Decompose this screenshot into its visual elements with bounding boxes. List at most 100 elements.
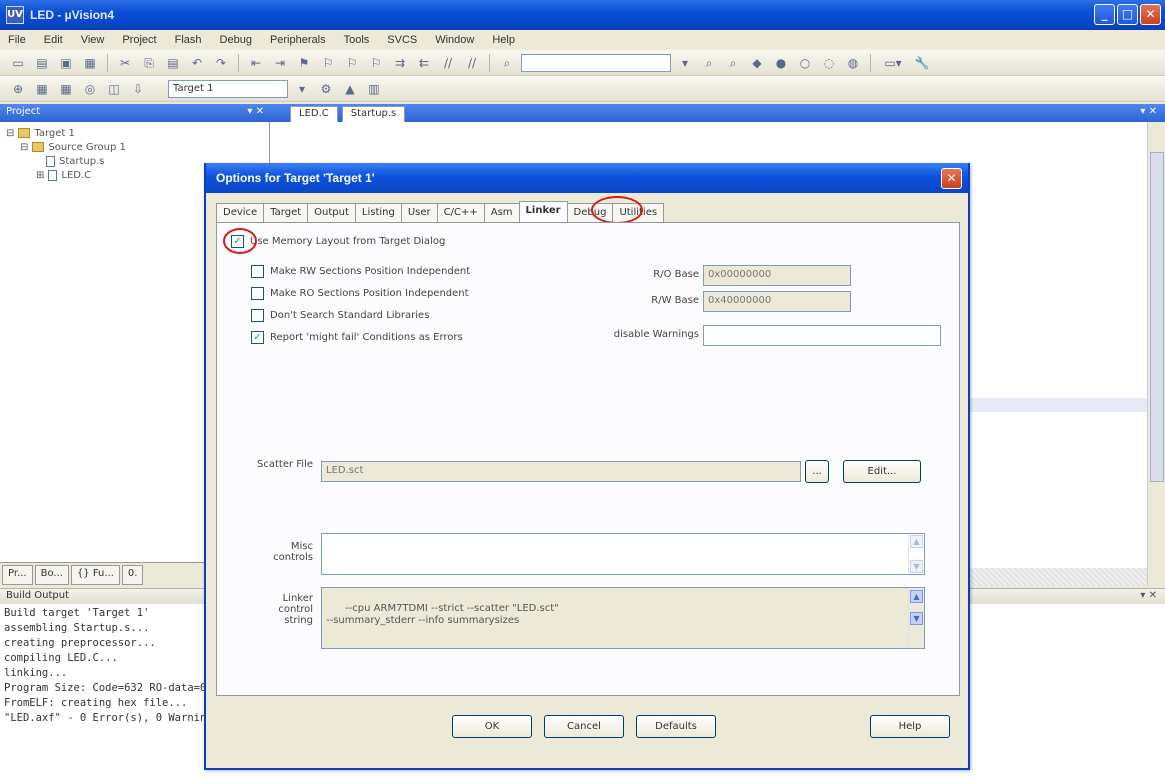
nav-forward-icon[interactable]: ⇥: [270, 54, 290, 72]
find-in-files-icon[interactable]: ⌕: [497, 54, 517, 72]
manage-components-icon[interactable]: ▥: [364, 80, 384, 98]
next-bookmark-icon[interactable]: ⚐: [342, 54, 362, 72]
close-button[interactable]: ✕: [1140, 4, 1161, 25]
scroll-down-icon[interactable]: ▼: [910, 612, 923, 625]
collapse-icon[interactable]: ⊟: [6, 128, 14, 139]
tab-output[interactable]: Output: [307, 203, 356, 223]
new-file-icon[interactable]: ▭: [8, 54, 28, 72]
ro-position-independent-checkbox[interactable]: [251, 287, 264, 300]
menu-project[interactable]: Project: [122, 34, 156, 46]
cancel-button[interactable]: Cancel: [544, 715, 624, 738]
rebuild-icon[interactable]: ▦: [56, 80, 76, 98]
tab-linker[interactable]: Linker: [518, 201, 568, 223]
scrollbar-thumb[interactable]: [1150, 152, 1164, 482]
tab-listing[interactable]: Listing: [354, 203, 402, 223]
redo-icon[interactable]: ↷: [211, 54, 231, 72]
stop-build-icon[interactable]: ◫: [104, 80, 124, 98]
tab-project[interactable]: Pr...: [2, 565, 33, 585]
menu-peripherals[interactable]: Peripherals: [270, 34, 326, 46]
minimize-button[interactable]: _: [1094, 4, 1115, 25]
save-icon[interactable]: ▣: [56, 54, 76, 72]
linker-control-string-field[interactable]: --cpu ARM7TDMI --strict --scatter "LED.s…: [321, 587, 925, 649]
indent-icon[interactable]: ⇉: [390, 54, 410, 72]
project-panel-controls[interactable]: ▾ ✕: [247, 106, 264, 117]
open-file-icon[interactable]: ▤: [32, 54, 52, 72]
scroll-up-icon[interactable]: ▲: [910, 535, 923, 548]
menu-tools[interactable]: Tools: [344, 34, 370, 46]
ok-button[interactable]: OK: [452, 715, 532, 738]
build-output-controls[interactable]: ▾ ✕: [1140, 590, 1157, 601]
configure-icon[interactable]: 🔧: [912, 54, 932, 72]
prev-bookmark-icon[interactable]: ⚐: [318, 54, 338, 72]
defaults-button[interactable]: Defaults: [636, 715, 716, 738]
dialog-close-button[interactable]: ✕: [941, 168, 962, 189]
scatter-file-browse-button[interactable]: ...: [805, 460, 829, 483]
linker-control-scrollbar[interactable]: ▲ ▼: [908, 588, 924, 648]
disable-warnings-field[interactable]: [703, 325, 941, 346]
dont-search-std-libs-option[interactable]: Don't Search Standard Libraries: [251, 309, 429, 322]
uncomment-icon[interactable]: //: [462, 54, 482, 72]
rw-position-independent-option[interactable]: Make RW Sections Position Independent: [251, 265, 470, 278]
tab-functions[interactable]: {} Fu...: [70, 565, 120, 585]
expand-icon[interactable]: ⊞: [36, 170, 44, 181]
translate-icon[interactable]: ⊕: [8, 80, 28, 98]
tab-target[interactable]: Target: [263, 203, 309, 223]
breakpoint-kill-icon[interactable]: ◍: [843, 54, 863, 72]
tab-led-c[interactable]: LED.C: [290, 106, 338, 122]
undo-icon[interactable]: ↶: [187, 54, 207, 72]
bookmark-icon[interactable]: ⚑: [294, 54, 314, 72]
ro-base-field[interactable]: 0x00000000: [703, 265, 851, 286]
tab-user[interactable]: User: [400, 203, 438, 223]
use-memory-layout-option[interactable]: ✓ Use Memory Layout from Target Dialog: [231, 235, 445, 248]
file-extensions-icon[interactable]: ▲: [340, 80, 360, 98]
misc-controls-scrollbar[interactable]: ▲ ▼: [908, 534, 924, 574]
nav-back-icon[interactable]: ⇤: [246, 54, 266, 72]
misc-controls-field[interactable]: ▲ ▼: [321, 533, 925, 575]
debug-session-icon[interactable]: ◆: [747, 54, 767, 72]
menu-help[interactable]: Help: [492, 34, 515, 46]
scroll-up-icon[interactable]: ▲: [910, 590, 923, 603]
tab-templates[interactable]: 0.: [121, 565, 144, 585]
find-dropdown-icon[interactable]: ▾: [675, 54, 695, 72]
incremental-find-icon[interactable]: ⌕: [723, 54, 743, 72]
tree-item-source-group[interactable]: ⊟ Source Group 1: [6, 140, 263, 154]
unindent-icon[interactable]: ⇇: [414, 54, 434, 72]
clear-bookmarks-icon[interactable]: ⚐: [366, 54, 386, 72]
tab-asm[interactable]: Asm: [483, 203, 520, 223]
breakpoint-enable-icon[interactable]: ○: [795, 54, 815, 72]
editor-vertical-scrollbar[interactable]: [1147, 122, 1165, 586]
tab-books[interactable]: Bo...: [34, 565, 69, 585]
comment-icon[interactable]: //: [438, 54, 458, 72]
breakpoint-disable-icon[interactable]: ◌: [819, 54, 839, 72]
menu-debug[interactable]: Debug: [220, 34, 252, 46]
tab-device[interactable]: Device: [216, 203, 265, 223]
menu-edit[interactable]: Edit: [44, 34, 63, 46]
rw-base-field[interactable]: 0x40000000: [703, 291, 851, 312]
ro-position-independent-option[interactable]: Make RO Sections Position Independent: [251, 287, 469, 300]
help-button[interactable]: Help: [870, 715, 950, 738]
build-icon[interactable]: ▦: [32, 80, 52, 98]
maximize-button[interactable]: □: [1117, 4, 1138, 25]
target-options-icon[interactable]: ⚙: [316, 80, 336, 98]
menu-svcs[interactable]: SVCS: [387, 34, 417, 46]
tab-c-cpp[interactable]: C/C++: [436, 203, 485, 223]
menu-view[interactable]: View: [81, 34, 105, 46]
report-might-fail-option[interactable]: ✓ Report 'might fail' Conditions as Erro…: [251, 331, 463, 344]
find-icon[interactable]: ⌕: [699, 54, 719, 72]
editor-controls[interactable]: ▾ ✕: [1140, 106, 1157, 117]
menu-flash[interactable]: Flash: [175, 34, 202, 46]
window-select-icon[interactable]: ▭▾: [878, 54, 908, 72]
target-select[interactable]: Target 1: [168, 79, 288, 98]
copy-icon[interactable]: ⎘: [139, 54, 159, 72]
download-icon[interactable]: ⇩: [128, 80, 148, 98]
collapse-icon[interactable]: ⊟: [20, 142, 28, 153]
scatter-file-field[interactable]: LED.sct: [321, 461, 801, 482]
report-might-fail-checkbox[interactable]: ✓: [251, 331, 264, 344]
save-all-icon[interactable]: ▦: [80, 54, 100, 72]
tree-item-target[interactable]: ⊟ Target 1: [6, 126, 263, 140]
breakpoint-insert-icon[interactable]: ●: [771, 54, 791, 72]
paste-icon[interactable]: ▤: [163, 54, 183, 72]
menu-window[interactable]: Window: [435, 34, 474, 46]
scatter-file-edit-button[interactable]: Edit...: [843, 460, 921, 483]
rw-position-independent-checkbox[interactable]: [251, 265, 264, 278]
